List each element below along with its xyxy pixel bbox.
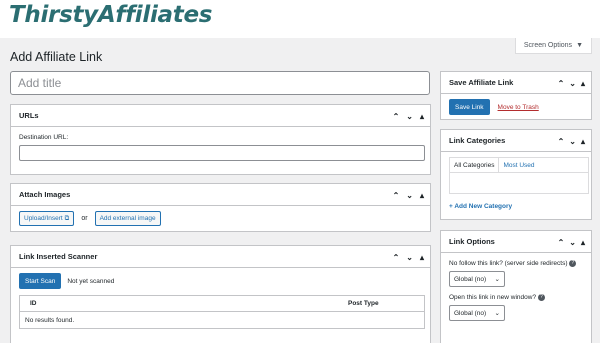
save-box-title: Save Affiliate Link: [449, 78, 514, 87]
categories-header: Link Categories ⌃ ⌄ ▴: [441, 130, 591, 152]
brand-logo: ThirstyAffiliates: [9, 2, 213, 28]
nofollow-select-value: Global (no): [454, 275, 487, 283]
collapse-icon[interactable]: ▴: [420, 191, 424, 200]
start-scan-button[interactable]: Start Scan: [19, 273, 62, 289]
urls-box-header: URLs ⌃ ⌄ ▴: [11, 105, 430, 127]
move-up-icon[interactable]: ⌃: [558, 137, 565, 146]
urls-box: URLs ⌃ ⌄ ▴ Destination URL:: [10, 104, 431, 175]
nofollow-label-text: No follow this link? (server side redire…: [449, 260, 568, 267]
move-up-icon[interactable]: ⌃: [558, 79, 565, 88]
nofollow-label: No follow this link? (server side redire…: [449, 259, 583, 268]
or-text: or: [81, 215, 88, 222]
categories-title: Link Categories: [449, 136, 506, 145]
empty-results-message: No results found.: [25, 316, 75, 324]
collapse-icon[interactable]: ▴: [420, 253, 424, 262]
box-handles: ⌃ ⌄ ▴: [393, 184, 424, 206]
move-down-icon[interactable]: ⌄: [569, 137, 576, 146]
screen-options-button[interactable]: Screen Options ▼: [514, 38, 592, 54]
new-window-label: Open this link in new window? ?: [449, 293, 583, 302]
chevron-down-icon: ⌄: [494, 276, 500, 283]
tab-most-used[interactable]: Most Used: [499, 158, 538, 172]
page-title: Add Affiliate Link: [10, 50, 103, 64]
link-options-box: Link Options ⌃ ⌄ ▴ No follow this link? …: [440, 230, 592, 343]
destination-url-label: Destination URL:: [19, 134, 69, 141]
collapse-icon[interactable]: ▴: [581, 137, 585, 146]
box-handles: ⌃ ⌄ ▴: [558, 130, 585, 152]
categories-box: Link Categories ⌃ ⌄ ▴ All Categories Mos…: [440, 129, 592, 220]
move-down-icon[interactable]: ⌄: [569, 79, 576, 88]
scanner-header: Link Inserted Scanner ⌃ ⌄ ▴: [11, 246, 430, 268]
tab-all-categories[interactable]: All Categories: [450, 158, 500, 172]
nofollow-select[interactable]: Global (no) ⌄: [449, 271, 505, 287]
new-window-label-text: Open this link in new window?: [449, 294, 537, 301]
column-header-id: ID: [30, 300, 37, 307]
scan-results-table: ID Post Type No results found.: [19, 295, 425, 329]
move-to-trash-link[interactable]: Move to Trash: [498, 104, 539, 111]
move-down-icon[interactable]: ⌄: [406, 112, 413, 121]
attach-images-header: Attach Images ⌃ ⌄ ▴: [11, 184, 430, 206]
link-options-header: Link Options ⌃ ⌄ ▴: [441, 231, 591, 253]
media-icon: ⧉: [64, 214, 70, 222]
collapse-icon[interactable]: ▴: [581, 238, 585, 247]
box-handles: ⌃ ⌄ ▴: [558, 231, 585, 253]
move-up-icon[interactable]: ⌃: [393, 253, 400, 262]
upload-insert-button[interactable]: Upload/Insert ⧉: [19, 211, 75, 226]
box-handles: ⌃ ⌄ ▴: [393, 105, 424, 127]
upload-label: Upload/Insert: [24, 215, 63, 222]
help-icon[interactable]: ?: [569, 259, 577, 267]
chevron-down-icon: ⌄: [494, 310, 500, 317]
move-down-icon[interactable]: ⌄: [406, 253, 413, 262]
move-up-icon[interactable]: ⌃: [393, 191, 400, 200]
collapse-icon[interactable]: ▴: [420, 112, 424, 121]
scanner-box: Link Inserted Scanner ⌃ ⌄ ▴ Start Scan N…: [10, 245, 431, 343]
attach-images-title: Attach Images: [19, 190, 71, 199]
attach-images-box: Attach Images ⌃ ⌄ ▴ Upload/Insert ⧉ or A…: [10, 183, 431, 232]
move-down-icon[interactable]: ⌄: [406, 191, 413, 200]
urls-box-title: URLs: [19, 111, 39, 120]
move-up-icon[interactable]: ⌃: [393, 112, 400, 121]
new-window-select-value: Global (no): [454, 309, 487, 317]
destination-url-input[interactable]: [19, 145, 425, 161]
move-down-icon[interactable]: ⌄: [569, 238, 576, 247]
scanner-title: Link Inserted Scanner: [19, 252, 98, 261]
scan-status: Not yet scanned: [67, 277, 115, 285]
category-tabs: All Categories Most Used: [449, 157, 589, 172]
box-handles: ⌃ ⌄ ▴: [393, 246, 424, 268]
move-up-icon[interactable]: ⌃: [558, 238, 565, 247]
box-handles: ⌃ ⌄ ▴: [558, 72, 585, 94]
new-window-select[interactable]: Global (no) ⌄: [449, 305, 505, 321]
category-list-panel: [449, 172, 589, 194]
add-external-image-button[interactable]: Add external image: [94, 211, 161, 226]
brand-bar: ThirstyAffiliates: [0, 0, 600, 38]
save-box-header: Save Affiliate Link ⌃ ⌄ ▴: [441, 72, 591, 94]
add-new-category-link[interactable]: + Add New Category: [449, 203, 583, 210]
link-options-title: Link Options: [449, 237, 495, 246]
table-row: No results found.: [20, 312, 424, 328]
save-box: Save Affiliate Link ⌃ ⌄ ▴ Save Link Move…: [440, 71, 592, 120]
help-icon[interactable]: ?: [537, 293, 545, 301]
table-header-row: ID Post Type: [20, 296, 424, 312]
collapse-icon[interactable]: ▴: [581, 79, 585, 88]
title-input[interactable]: [10, 71, 430, 95]
caret-down-icon: ▼: [576, 42, 583, 49]
save-link-button[interactable]: Save Link: [449, 99, 490, 115]
screen-options-label: Screen Options: [523, 42, 573, 49]
column-header-post-type: Post Type: [348, 300, 379, 307]
